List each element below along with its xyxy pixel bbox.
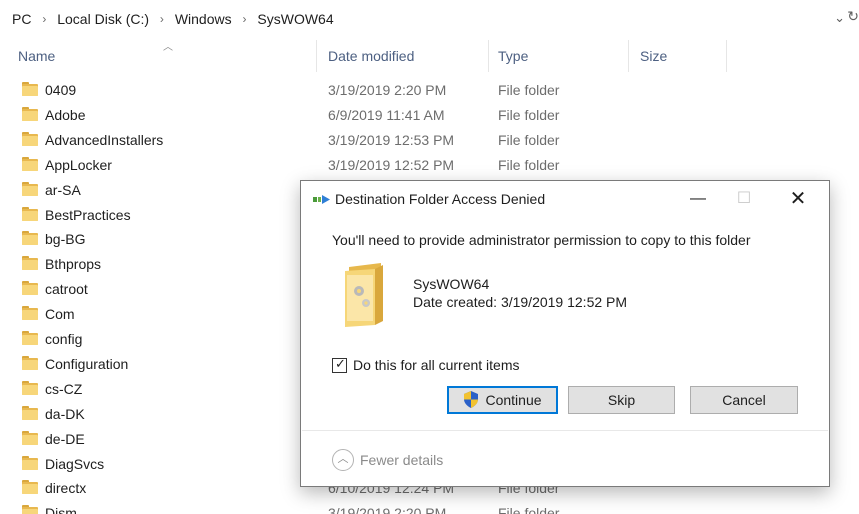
dialog-divider [302,430,828,431]
breadcrumb-separator[interactable]: › [160,12,164,26]
minimize-button[interactable]: — [675,181,721,217]
column-divider[interactable] [628,40,629,72]
access-denied-dialog: Destination Folder Access Denied — ☐ ✕ Y… [300,180,830,487]
folder-large-icon [345,263,383,327]
continue-button[interactable]: Continue [447,386,558,414]
folder-icon [22,430,38,445]
fewer-details-label[interactable]: Fewer details [360,452,443,468]
file-date-modified: 3/19/2019 2:20 PM [328,505,447,514]
file-name: da-DK [45,405,85,422]
breadcrumb-separator[interactable]: › [42,12,46,26]
breadcrumb-item-syswow64[interactable]: SysWOW64 [257,11,333,27]
file-type: File folder [498,131,560,148]
folder-icon [22,355,38,370]
folder-icon [22,82,38,96]
folder-icon [22,256,38,271]
file-type: File folder [498,106,560,123]
file-date-modified: 3/19/2019 2:20 PM [328,82,447,98]
file-date-modified: 3/19/2019 12:53 PM [328,131,455,148]
folder-icon [22,380,38,395]
folder-icon [22,331,38,345]
file-row[interactable]: AppLocker 3/19/2019 12:52 PM File folder [0,153,859,178]
file-name: DiagSvcs [45,455,105,472]
column-header-date-modified[interactable]: Date modified [328,48,414,64]
file-name: ar-SA [45,181,81,198]
file-name: BestPractices [45,206,131,223]
column-header-name[interactable]: Name [18,48,55,64]
continue-button-label: Continue [485,392,542,408]
column-header-size[interactable]: Size [640,48,667,64]
copy-transfer-icon [313,195,330,204]
uac-shield-icon [464,391,479,408]
column-divider[interactable] [488,40,489,72]
file-explorer-window: PC › Local Disk (C:) › Windows › SysWOW6… [0,0,859,514]
folder-icon [22,281,38,296]
file-name: 0409 [45,82,77,98]
folder-icon [22,156,38,171]
file-name: catroot [45,281,88,298]
apply-to-all-label[interactable]: Do this for all current items [353,357,520,373]
folder-icon [22,231,38,246]
folder-icon [22,181,38,196]
column-divider[interactable] [726,40,727,72]
cancel-button[interactable]: Cancel [690,386,798,414]
address-bar[interactable]: PC › Local Disk (C:) › Windows › SysWOW6… [0,0,859,38]
file-name: Com [45,306,75,323]
column-divider[interactable] [316,40,317,72]
apply-to-all-checkbox[interactable]: ✓ [332,356,347,373]
file-name: AppLocker [45,156,112,173]
breadcrumb-separator[interactable]: › [243,12,247,26]
breadcrumb: PC › Local Disk (C:) › Windows › SysWOW6… [12,10,334,27]
folder-icon [22,505,38,514]
column-header-row: Name Date modified Type Size [0,40,859,72]
file-name: config [45,331,83,347]
dialog-title: Destination Folder Access Denied [335,191,546,207]
file-type: File folder [498,82,560,98]
sort-ascending-icon: ︿ [163,42,173,53]
refresh-icon[interactable]: ↻ [847,8,859,25]
file-row[interactable]: Dism 3/19/2019 2:20 PM File folder [0,501,859,514]
file-name: Adobe [45,106,86,123]
folder-icon [22,131,38,146]
file-type: File folder [498,505,560,514]
checkmark-icon: ✓ [335,356,346,371]
file-name: bg-BG [45,231,86,248]
file-type: File folder [498,156,560,173]
breadcrumb-item-windows[interactable]: Windows [175,11,232,27]
folder-icon [22,206,38,221]
file-row[interactable]: Adobe 6/9/2019 11:41 AM File folder [0,103,859,128]
folder-date-created: Date created: 3/19/2019 12:52 PM [413,294,628,310]
dialog-title-bar[interactable]: Destination Folder Access Denied — ☐ ✕ [301,181,829,217]
breadcrumb-item-local-disk[interactable]: Local Disk (C:) [57,11,149,27]
file-name: directx [45,480,87,497]
column-header-type[interactable]: Type [498,48,528,64]
close-button[interactable]: ✕ [775,181,821,217]
file-date-modified: 3/19/2019 12:52 PM [328,156,455,173]
maximize-button[interactable]: ☐ [721,181,767,217]
file-row[interactable]: AdvancedInstallers 3/19/2019 12:53 PM File… [0,128,859,153]
breadcrumb-item-pc[interactable]: PC [12,11,31,27]
file-row[interactable]: 0409 3/19/2019 2:20 PM File folder [0,78,859,103]
file-name: AdvancedInstallers [45,131,164,148]
folder-name: SysWOW64 [413,276,490,292]
folder-icon [22,106,38,121]
folder-icon [22,480,38,495]
file-name: de-DE [45,430,85,447]
skip-button[interactable]: Skip [568,386,675,414]
file-date-modified: 6/9/2019 11:41 AM [328,106,445,123]
file-name: Bthprops [45,256,102,273]
dialog-message: You'll need to provide administrator per… [332,232,751,248]
folder-icon [22,306,38,321]
file-name: cs-CZ [45,380,83,397]
file-name: Configuration [45,355,129,372]
chevron-up-icon[interactable]: ︿ [332,449,354,471]
folder-icon [22,405,38,420]
file-name: Dism [45,505,77,514]
folder-icon [22,455,38,470]
address-dropdown-icon[interactable]: ⌄ [834,10,845,26]
